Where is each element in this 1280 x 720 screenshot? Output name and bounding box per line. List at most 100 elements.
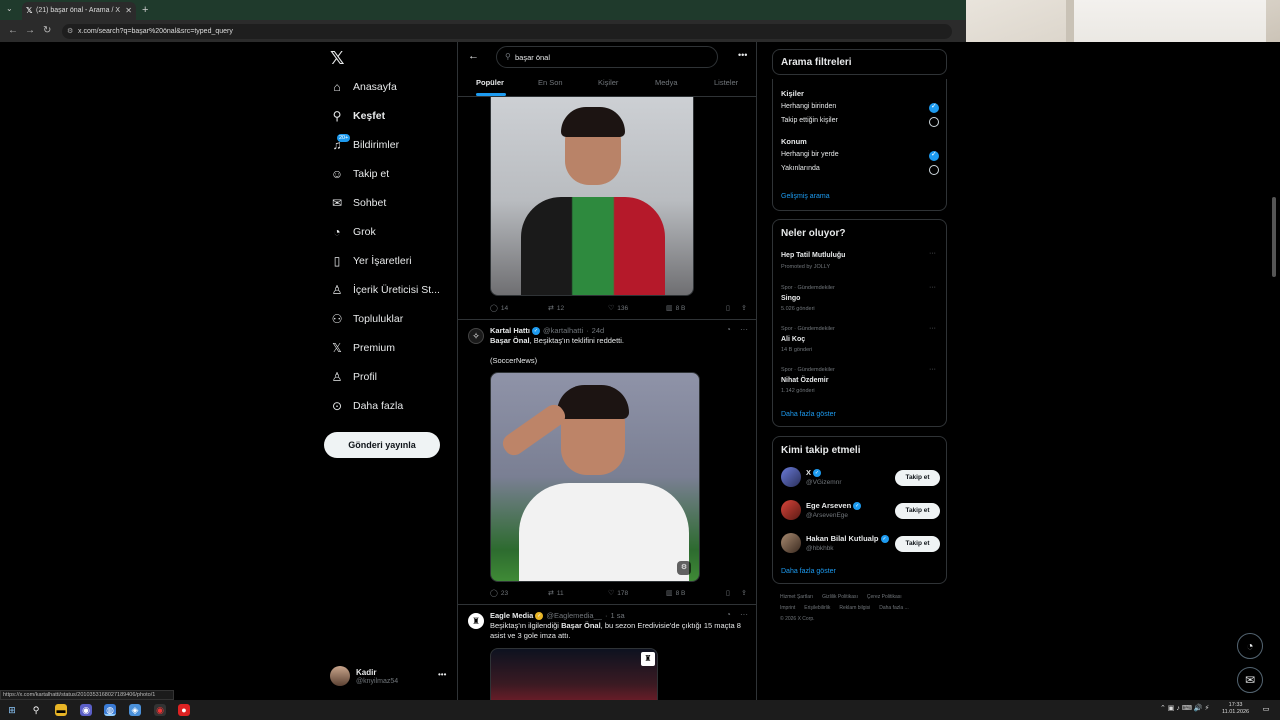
tab-people[interactable]: Kişiler (598, 78, 618, 87)
share-button[interactable]: ⇪ (741, 304, 750, 312)
search-box[interactable]: ⚲ (496, 46, 718, 68)
tweet-photo[interactable] (490, 84, 694, 296)
page-scrollbar[interactable] (1272, 197, 1276, 277)
nav-notifications[interactable]: ♫ 20+ Bildirimler (330, 134, 399, 155)
more-dots-icon[interactable]: ••• (438, 670, 446, 679)
radio-near-you[interactable] (929, 165, 939, 175)
reply-button[interactable]: ◯ 23 (490, 589, 508, 597)
obs-icon[interactable]: ◉ (154, 704, 166, 716)
more-dots-icon[interactable]: ••• (738, 50, 747, 60)
back-arrow-icon[interactable]: ← (8, 25, 18, 36)
footer-link[interactable]: Gizlilik Politikası (822, 594, 858, 600)
avatar[interactable] (781, 533, 801, 553)
bookmark-button[interactable]: ▯ (726, 304, 733, 312)
radio-anywhere[interactable] (929, 150, 939, 161)
tab-media[interactable]: Medya (655, 78, 678, 87)
tab-lists[interactable]: Listeler (714, 78, 738, 87)
footer-link[interactable]: Çerez Politikası (867, 594, 902, 600)
more-dots-icon[interactable]: ··· (929, 250, 936, 257)
views-button[interactable]: ▥ 8 B (666, 589, 685, 597)
follow-show-more-link[interactable]: Daha fazla göster (781, 568, 836, 575)
post-button[interactable]: Gönderi yayınla (324, 432, 440, 458)
system-tray-icons[interactable]: ⌃ ▣ ♪ ⌨ 🔊 ⚡ (1160, 704, 1209, 712)
filter-near-you[interactable]: Yakınlarında (781, 165, 820, 172)
app-icon[interactable]: ◉ (80, 704, 92, 716)
footer-link[interactable]: Erişilebilirlik (804, 605, 830, 611)
tab-close-icon[interactable]: ✕ (125, 6, 132, 15)
file-explorer-icon[interactable]: ▬ (55, 704, 67, 716)
share-button[interactable]: ⇪ (741, 589, 750, 597)
more-dots-icon[interactable]: ··· (740, 610, 748, 619)
record-icon[interactable]: ● (178, 704, 190, 716)
image-edit-icon[interactable]: ⚙ (677, 561, 691, 575)
follow-name[interactable]: Ege Arseven ✓ (806, 501, 862, 511)
trend-title[interactable]: Nihat Özdemir (781, 377, 828, 384)
nav-profile[interactable]: ♙ Profil (330, 367, 377, 387)
url-field[interactable]: ⚙ x.com/search?q=başar%20önal&src=typed_… (62, 24, 952, 39)
grok-fab-icon[interactable]: ◔ (1237, 633, 1263, 659)
more-dots-icon[interactable]: ··· (929, 366, 936, 373)
like-button[interactable]: ♡ 178 (608, 589, 628, 597)
nav-bookmarks[interactable]: ▯ Yer İşaretleri (330, 251, 412, 271)
like-button[interactable]: ♡ 136 (608, 304, 628, 312)
more-dots-icon[interactable]: ··· (740, 325, 748, 334)
footer-link[interactable]: Daha fazla ... (879, 605, 908, 611)
start-icon[interactable]: ⊞ (6, 704, 18, 716)
more-dots-icon[interactable]: ··· (929, 284, 936, 291)
trend-title[interactable]: Ali Koç (781, 336, 805, 343)
app-icon[interactable]: ◈ (129, 704, 141, 716)
browser-icon[interactable]: ◍ (104, 704, 116, 716)
nav-chat[interactable]: ✉ Sohbet (330, 193, 386, 213)
filter-anywhere[interactable]: Herhangi bir yerde (781, 151, 839, 158)
taskbar-clock[interactable]: 17:33 11.01.2026 (1222, 702, 1249, 716)
nav-follow[interactable]: ☺ Takip et (330, 164, 389, 184)
footer-link[interactable]: Reklam bilgisi (839, 605, 870, 611)
tab-latest[interactable]: En Son (538, 78, 563, 87)
tweet-author[interactable]: Eagle Media ✓ @Eaglemedia__ · 1 sa (490, 611, 625, 621)
retweet-button[interactable]: ⇄ 12 (548, 304, 564, 312)
more-dots-icon[interactable]: ··· (929, 325, 936, 332)
back-arrow-icon[interactable]: ← (468, 50, 479, 62)
tab-search-icon[interactable]: ⌄ (6, 4, 13, 13)
eagle-media-avatar-icon[interactable]: ♜ (468, 613, 484, 629)
taskbar-search-icon[interactable]: ⚲ (30, 704, 42, 716)
grok-icon[interactable]: ◔ (726, 610, 731, 619)
follow-name[interactable]: X ✓ (806, 468, 822, 478)
nav-more[interactable]: ⊙ Daha fazla (330, 396, 403, 416)
nav-home[interactable]: ⌂ Anasayfa (330, 77, 396, 97)
eagle-avatar-icon[interactable]: ✧ (468, 328, 484, 344)
filter-people-you-follow[interactable]: Takip ettiğin kişiler (781, 117, 838, 124)
nav-explore[interactable]: ⚲ Keşfet (330, 106, 386, 126)
tweet-photo[interactable]: ⚙ (490, 372, 700, 582)
trends-show-more-link[interactable]: Daha fazla göster (781, 411, 836, 418)
nav-grok[interactable]: ◔ Grok (330, 222, 375, 242)
messages-fab-icon[interactable]: ✉ (1237, 667, 1263, 693)
account-switcher[interactable]: Kadir @knyilmaz54 ••• (330, 664, 450, 692)
bookmark-button[interactable]: ▯ (726, 589, 733, 597)
avatar[interactable] (781, 500, 801, 520)
follow-button[interactable]: Takip et (895, 503, 940, 519)
views-button[interactable]: ▥ 8 B (666, 304, 685, 312)
tweet-author[interactable]: Kartal Hattı ✓ @kartalhatti · 24d (490, 326, 604, 336)
filter-any-person[interactable]: Herhangi birinden (781, 103, 836, 110)
site-info-icon[interactable]: ⚙ (67, 27, 73, 35)
grok-icon[interactable]: ◔ (726, 325, 731, 334)
follow-button[interactable]: Takip et (895, 470, 940, 486)
tweet-photo[interactable]: ♜ (490, 648, 658, 700)
forward-arrow-icon[interactable]: → (25, 25, 35, 36)
advanced-search-link[interactable]: Gelişmiş arama (781, 193, 830, 200)
radio-any-person[interactable] (929, 102, 939, 113)
tab-popular[interactable]: Popüler (476, 78, 504, 87)
reload-icon[interactable]: ↻ (43, 25, 51, 36)
nav-creator-studio[interactable]: ♙ İçerik Üreticisi St... (330, 280, 440, 300)
nav-communities[interactable]: ⚇ Topluluklar (330, 309, 404, 329)
trend-title[interactable]: Singo (781, 295, 800, 302)
browser-tab[interactable]: 𝕏 (21) başar önal - Arama / X ✕ (22, 2, 136, 20)
retweet-button[interactable]: ⇄ 11 (548, 589, 564, 597)
follow-name[interactable]: Hakan Bilal Kutlualp ✓ (806, 534, 889, 544)
follow-button[interactable]: Takip et (895, 536, 940, 552)
reply-button[interactable]: ◯ 14 (490, 304, 508, 312)
trend-title[interactable]: Hep Tatil Mutluluğu (781, 252, 845, 259)
footer-link[interactable]: Hizmet Şartları (780, 594, 813, 600)
avatar[interactable] (781, 467, 801, 487)
